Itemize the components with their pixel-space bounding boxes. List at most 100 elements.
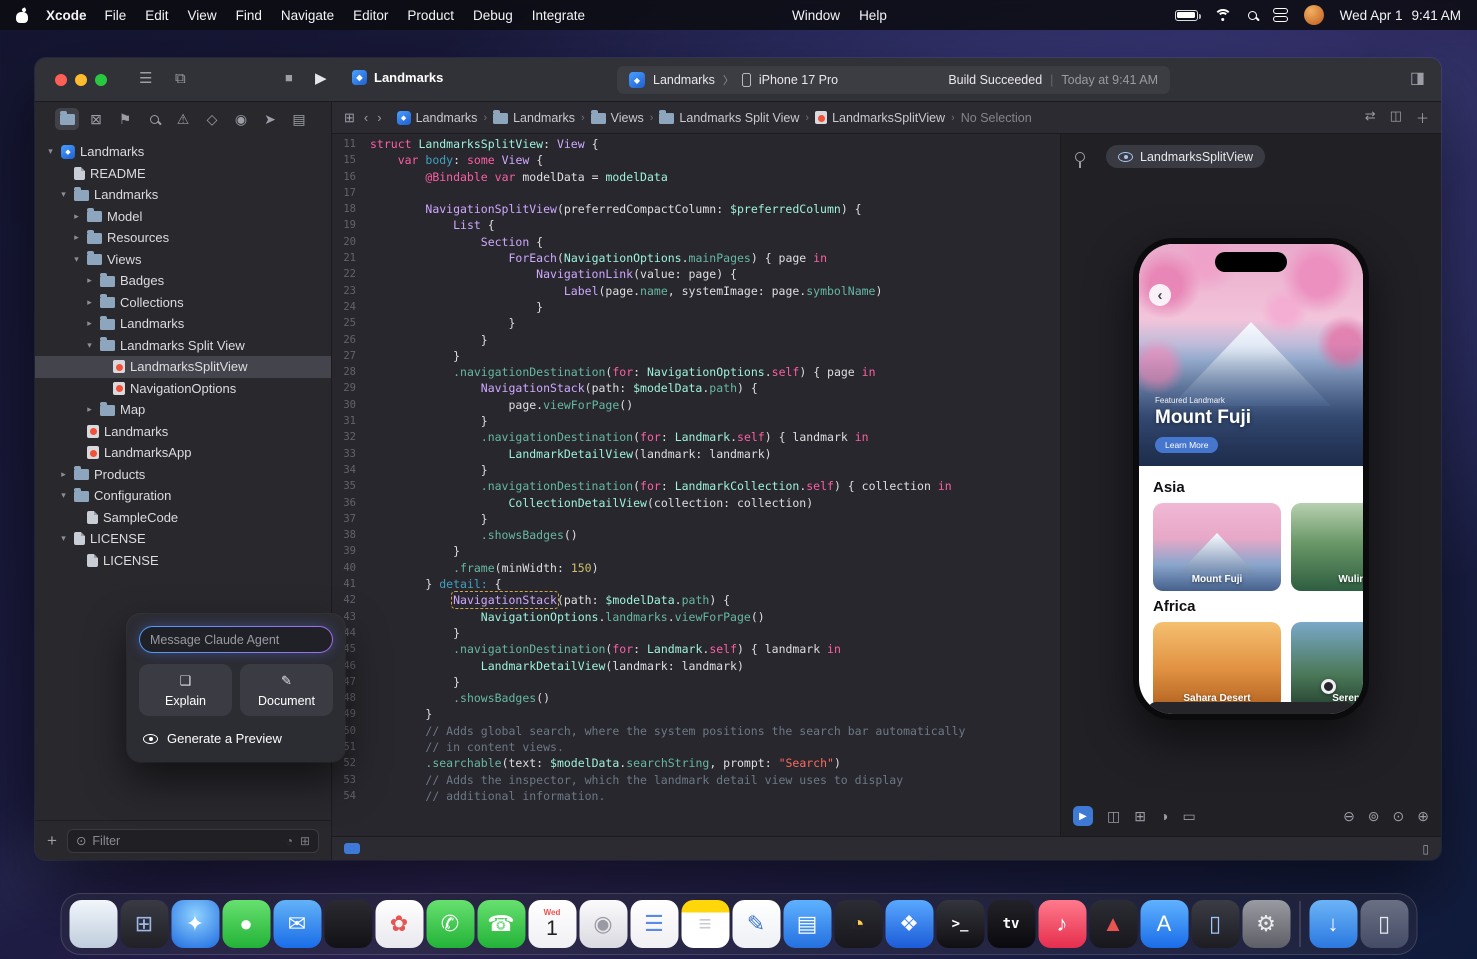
minimize-button[interactable]	[75, 74, 87, 86]
tree-item-readme[interactable]: README	[35, 163, 331, 185]
add-editor-icon[interactable]: ⧉	[175, 71, 186, 86]
code-line-22[interactable]: 22 NavigationLink(value: page) {	[332, 266, 1060, 282]
dock-music[interactable]: ♪	[1038, 900, 1086, 948]
code-line-33[interactable]: 33 LandmarkDetailView(landmark: landmark…	[332, 446, 1060, 462]
code-line-25[interactable]: 25 }	[332, 315, 1060, 331]
disclosure-chevron[interactable]: ▾	[45, 146, 56, 157]
close-button[interactable]	[55, 74, 67, 86]
menu-file[interactable]: File	[105, 8, 127, 23]
minimized-tab-chip[interactable]	[344, 843, 360, 854]
zoom-in-icon[interactable]: ⊕	[1417, 808, 1429, 825]
code-line-29[interactable]: 29 NavigationStack(path: $modelData.path…	[332, 380, 1060, 396]
back-icon[interactable]: ‹	[364, 110, 368, 125]
pin-icon[interactable]	[1075, 152, 1085, 162]
disclosure-chevron[interactable]: ▾	[58, 533, 69, 544]
live-preview-button[interactable]: ▶	[1073, 806, 1093, 826]
code-line-48[interactable]: 48 .showsBadges()	[332, 690, 1060, 706]
tree-item-landmarks[interactable]: ▾Landmarks	[35, 184, 331, 206]
disclosure-chevron[interactable]: ▸	[71, 211, 82, 222]
dock-activity-gauge[interactable]: ◔	[834, 900, 882, 948]
add-file-button[interactable]: +	[47, 831, 57, 851]
dock-downloads[interactable]: ↓	[1309, 900, 1357, 948]
selectable-preview-icon[interactable]: ◫	[1107, 808, 1120, 825]
dock-iphone-mirroring[interactable]: ▯	[1191, 900, 1239, 948]
tree-item-landmarkssplitview[interactable]: LandmarksSplitView	[35, 356, 331, 378]
code-line-51[interactable]: 51 // in content views.	[332, 739, 1060, 755]
stop-button[interactable]: ■	[285, 71, 293, 84]
dock-rocket[interactable]: ▲	[1089, 900, 1137, 948]
tree-item-landmarks[interactable]: ▾◆Landmarks	[35, 141, 331, 163]
tree-item-samplecode[interactable]: SampleCode	[35, 507, 331, 529]
dock-messages[interactable]: ●	[222, 900, 270, 948]
code-line-41[interactable]: 41 } detail: {	[332, 576, 1060, 592]
menu-edit[interactable]: Edit	[145, 8, 168, 23]
apple-menu-icon[interactable]	[16, 8, 28, 23]
tree-item-navigationoptions[interactable]: NavigationOptions	[35, 378, 331, 400]
menu-editor[interactable]: Editor	[353, 8, 388, 23]
tree-item-map[interactable]: ▸Map	[35, 399, 331, 421]
breadcrumb-landmarks[interactable]: Landmarks	[493, 111, 575, 125]
tests-icon[interactable]: ◇	[200, 108, 224, 130]
code-line-17[interactable]: 17	[332, 185, 1060, 201]
code-line-35[interactable]: 35 .navigationDestination(for: LandmarkC…	[332, 478, 1060, 494]
navigator-toggle-icon[interactable]: ☰	[139, 71, 152, 86]
add-editor-pane-icon[interactable]: ＋	[1416, 108, 1429, 127]
document-button[interactable]: ✎ Document	[240, 664, 333, 716]
tree-item-landmarks[interactable]: ▸Landmarks	[35, 313, 331, 335]
tree-item-resources[interactable]: ▸Resources	[35, 227, 331, 249]
learn-more-button[interactable]: Learn More	[1155, 437, 1218, 453]
explain-button[interactable]: ❑ Explain	[139, 664, 232, 716]
run-button[interactable]: ▶	[315, 71, 327, 86]
tree-item-configuration[interactable]: ▾Configuration	[35, 485, 331, 507]
menu-navigate[interactable]: Navigate	[281, 8, 334, 23]
device-settings-icon[interactable]: ▭	[1182, 808, 1195, 825]
tree-item-landmarks-split-view[interactable]: ▾Landmarks Split View	[35, 335, 331, 357]
source-control-icon[interactable]: ⊠	[84, 108, 108, 130]
dock-phone[interactable]: ☎	[477, 900, 525, 948]
spotlight-icon[interactable]	[1248, 11, 1257, 20]
code-line-52[interactable]: 52 .searchable(text: $modelData.searchSt…	[332, 755, 1060, 771]
dock-apple-store[interactable]	[324, 900, 372, 948]
dock-finder[interactable]	[69, 900, 117, 948]
preview-card-serengeti[interactable]: Serengeti	[1291, 622, 1363, 710]
dock-notes[interactable]: ≡	[681, 900, 729, 948]
code-line-30[interactable]: 30 page.viewForPage()	[332, 397, 1060, 413]
dock-system-settings[interactable]: ⚙	[1242, 900, 1290, 948]
menu-debug[interactable]: Debug	[473, 8, 513, 23]
bookmarks-icon[interactable]: ⚑	[113, 108, 137, 130]
code-line-27[interactable]: 27 }	[332, 348, 1060, 364]
disclosure-chevron[interactable]: ▸	[58, 469, 69, 480]
zoom-out-icon[interactable]: ⊖	[1343, 808, 1355, 825]
disclosure-chevron[interactable]: ▾	[58, 490, 69, 501]
build-activity[interactable]: Build Succeeded | Today at 9:41 AM	[948, 73, 1158, 87]
control-center-icon[interactable]	[1273, 8, 1288, 22]
menu-help[interactable]: Help	[859, 8, 887, 23]
menu-view[interactable]: View	[188, 8, 217, 23]
code-line-34[interactable]: 34 }	[332, 462, 1060, 478]
zoom-fit-icon[interactable]: ⊚	[1368, 808, 1380, 825]
breadcrumb-landmarkssplitview[interactable]: LandmarksSplitView	[815, 111, 945, 125]
dock-facetime[interactable]: ✆	[426, 900, 474, 948]
code-line-43[interactable]: 43 NavigationOptions.landmarks.viewForPa…	[332, 609, 1060, 625]
claude-message-input[interactable]: Message Claude Agent	[139, 626, 333, 653]
dock-tv[interactable]: tv	[987, 900, 1035, 948]
dock-reminders[interactable]: ☰	[630, 900, 678, 948]
pinned-preview-pill[interactable]: LandmarksSplitView	[1106, 145, 1265, 168]
dock-terminal[interactable]: >_	[936, 900, 984, 948]
dock-mail[interactable]: ✉	[273, 900, 321, 948]
dock-stacks[interactable]: ❖	[885, 900, 933, 948]
code-line-40[interactable]: 40 .frame(minWidth: 150)	[332, 560, 1060, 576]
code-line-39[interactable]: 39 }	[332, 543, 1060, 559]
tree-item-license[interactable]: LICENSE	[35, 550, 331, 572]
code-line-32[interactable]: 32 .navigationDestination(for: Landmark.…	[332, 429, 1060, 445]
issues-icon[interactable]: ⚠	[171, 108, 195, 130]
tree-item-badges[interactable]: ▸Badges	[35, 270, 331, 292]
code-line-45[interactable]: 45 .navigationDestination(for: Landmark.…	[332, 641, 1060, 657]
project-navigator-icon[interactable]	[55, 108, 79, 130]
dock-freeform[interactable]: ✎	[732, 900, 780, 948]
editor-layout-icon[interactable]: ◫	[1390, 108, 1402, 127]
code-line-18[interactable]: 18 NavigationSplitView(preferredCompactC…	[332, 201, 1060, 217]
wifi-icon[interactable]	[1214, 9, 1232, 22]
reports-icon[interactable]: ▤	[287, 108, 311, 130]
code-line-42[interactable]: 42 NavigationStack(path: $modelData.path…	[332, 592, 1060, 608]
